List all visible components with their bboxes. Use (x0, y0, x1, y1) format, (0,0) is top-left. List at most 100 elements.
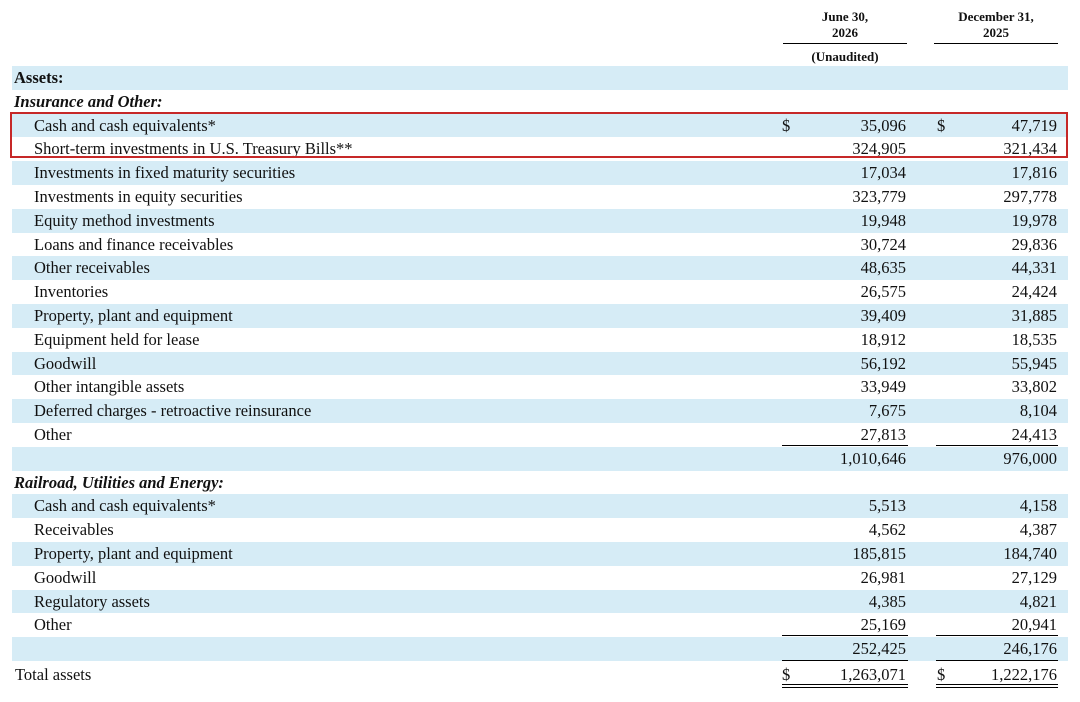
row-label: Other (34, 615, 72, 635)
table-row: Property, plant and equipment 185,815 184,… (12, 541, 1068, 566)
assets-heading: Assets: (14, 68, 64, 87)
row-label: Investments in equity securities (34, 186, 243, 206)
value-december-2025: 44,331 (1011, 258, 1057, 278)
value-december-2025: 321,434 (1003, 139, 1057, 159)
underline-rule (936, 683, 1058, 685)
subtotal-december-2025: 246,176 (1003, 639, 1057, 659)
section-title-row: Railroad, Utilities and Energy: (12, 471, 1068, 495)
table-row: Short-term investments in U.S. Treasury … (12, 137, 1068, 161)
value-december-2025: 31,885 (1011, 305, 1057, 325)
value-june-2026: 48,635 (860, 258, 906, 278)
row-label: Property, plant and equipment (34, 543, 233, 563)
value-december-2025: 184,740 (1003, 543, 1057, 563)
table-row: Cash and cash equivalents* $ $35,096 47,719 (12, 113, 1068, 138)
value-december-2025: 29,836 (1011, 234, 1057, 254)
subtotal-june-2026: 1,010,646 (840, 448, 906, 468)
value-december-2025: 33,802 (1011, 377, 1057, 397)
value-december-2025: 4,158 (1019, 496, 1057, 516)
subtotal-december-2025: 976,000 (1003, 448, 1057, 468)
value-december-2025: 27,129 (1011, 567, 1057, 587)
row-label: Other receivables (34, 258, 150, 278)
row-label: Receivables (34, 520, 114, 540)
value-june-2026: 323,779 (852, 186, 906, 206)
table-row: Goodwill 56,192 55,945 (12, 351, 1068, 376)
table-row: Equity method investments 19,948 19,978 (12, 208, 1068, 233)
value-december-2025: 19,978 (1011, 210, 1057, 230)
row-label: Inventories (34, 282, 109, 302)
value-december-2025: 297,778 (1003, 186, 1057, 206)
table-row: Investments in equity securities 323,779 2… (12, 185, 1068, 209)
column-header-line2: 2026 (832, 25, 858, 40)
value-june-2026: 35,096 (860, 115, 906, 135)
total-row: Total assets $ $1,263,071 1,222,176 (12, 661, 1068, 688)
value-june-2026: 26,575 (860, 282, 906, 302)
value-june-2026: 18,912 (860, 329, 906, 349)
table-row: Loans and finance receivables 30,724 29,83… (12, 233, 1068, 257)
table-row: Regulatory assets 4,385 4,821 (12, 589, 1068, 614)
row-label: Investments in fixed maturity securities (34, 163, 296, 183)
value-june-2026: 56,192 (860, 353, 906, 373)
row-label: Property, plant and equipment (34, 305, 233, 325)
value-june-2026: 25,169 (860, 615, 906, 635)
underline-rule (782, 683, 908, 685)
value-december-2025: 47,719 (1011, 115, 1057, 135)
value-june-2026: 39,409 (860, 305, 906, 325)
underline-rule (936, 686, 1058, 688)
value-december-2025: 4,821 (1019, 591, 1057, 611)
row-label: Regulatory assets (34, 591, 150, 611)
value-june-2026: 5,513 (868, 496, 906, 516)
value-december-2025: 20,941 (1011, 615, 1057, 635)
value-june-2026: 26,981 (860, 567, 906, 587)
table-row: Other 27,813 24,413 (12, 423, 1068, 447)
table-row: Goodwill 26,981 27,129 (12, 566, 1068, 590)
value-december-2025: 55,945 (1011, 353, 1057, 373)
value-june-2026: 30,724 (860, 234, 906, 254)
column-header-line2: 2025 (983, 25, 1009, 40)
row-label: Cash and cash equivalents* (34, 115, 216, 135)
value-june-2026: 27,813 (860, 424, 906, 444)
underline-rule (782, 686, 908, 688)
unaudited-note: (Unaudited) (811, 49, 879, 64)
value-december-2025: 24,413 (1011, 424, 1057, 444)
value-june-2026: 7,675 (868, 401, 906, 421)
table-row: Investments in fixed maturity securities… (12, 161, 1068, 185)
value-june-2026: 324,905 (852, 139, 906, 159)
value-december-2025: 4,387 (1019, 520, 1057, 540)
currency-symbol: $ (782, 115, 791, 135)
column-header-june-2026: June 30, 2026 (783, 9, 907, 44)
table-row: Other intangible assets 33,949 33,802 (12, 375, 1068, 399)
value-december-2025: 24,424 (1011, 282, 1057, 302)
row-label: Short-term investments in U.S. Treasury … (34, 139, 353, 159)
value-december-2025: 17,816 (1011, 163, 1057, 183)
table-row: Other receivables 48,635 44,331 (12, 256, 1068, 281)
value-june-2026: 185,815 (852, 543, 906, 563)
assets-heading-row: Assets: (12, 66, 1068, 90)
row-label: Goodwill (34, 353, 97, 373)
column-header-december-2025: December 31, 2025 (934, 9, 1058, 44)
value-june-2026: 4,562 (868, 520, 906, 540)
row-label: Equity method investments (34, 210, 215, 230)
table-row: Cash and cash equivalents* 5,513 4,158 (12, 494, 1068, 519)
column-header-line1: December 31, (958, 9, 1034, 24)
section-title: Insurance and Other: (14, 91, 163, 111)
column-header-rule (934, 43, 1058, 44)
table-row: Other 25,169 20,941 (12, 613, 1068, 637)
table-row: Property, plant and equipment 39,409 31,88… (12, 303, 1068, 328)
row-label: Equipment held for lease (34, 329, 200, 349)
section-title: Railroad, Utilities and Energy: (14, 472, 224, 492)
row-label: Cash and cash equivalents* (34, 496, 216, 516)
table-row: Inventories 26,575 24,424 (12, 280, 1068, 304)
row-label: Other (34, 424, 72, 444)
table-row: Receivables 4,562 4,387 (12, 518, 1068, 542)
subtotal-row: 1,010,646 976,000 (12, 446, 1068, 471)
row-label: Goodwill (34, 567, 97, 587)
subtotal-june-2026: 252,425 (852, 639, 906, 659)
value-june-2026: 17,034 (860, 163, 906, 183)
column-header-line1: June 30, (821, 9, 869, 24)
value-december-2025: 8,104 (1019, 401, 1057, 421)
subtotal-row: 252,425 246,176 (12, 637, 1068, 661)
total-label: Total assets (15, 664, 92, 684)
table-row: Equipment held for lease 18,912 18,535 (12, 328, 1068, 352)
section-title-row: Insurance and Other: (12, 90, 1068, 114)
column-header-rule (783, 43, 907, 44)
